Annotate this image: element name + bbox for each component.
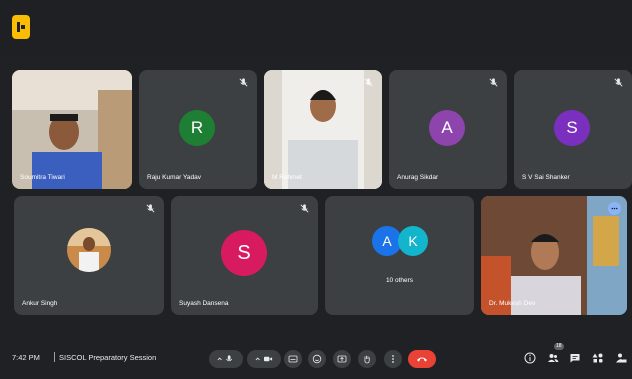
participant-tile-raju[interactable]: R Raju Kumar Yadav xyxy=(139,70,257,189)
more-vert-icon xyxy=(392,355,394,363)
avatar: S xyxy=(221,230,267,276)
emoji-button[interactable] xyxy=(308,350,326,368)
avatar-initial: A xyxy=(441,118,453,137)
participant-tile-rahmet[interactable]: M Rahmet xyxy=(264,70,382,189)
avatar: K xyxy=(398,226,428,256)
mic-off-icon xyxy=(146,204,155,213)
people-button[interactable] xyxy=(547,351,559,363)
more-options-button[interactable] xyxy=(384,350,402,368)
avatar-initial: K xyxy=(408,233,418,249)
present-button[interactable] xyxy=(333,350,351,368)
mic-off-icon xyxy=(489,78,498,87)
mic-off-icon xyxy=(300,204,309,213)
bottom-control-bar: 7:42 PM SISCOL Preparatory Session 18 xyxy=(0,338,632,379)
divider xyxy=(54,352,55,362)
participant-name: M Rahmet xyxy=(272,174,302,181)
info-icon xyxy=(524,352,536,364)
more-vert-icon[interactable] xyxy=(608,202,621,215)
participant-name: Ankur Singh xyxy=(22,300,58,307)
avatar-initial: R xyxy=(190,118,204,137)
chat-button[interactable] xyxy=(569,351,581,363)
participant-tile-mukesh[interactable]: Dr. Mukesh Dev xyxy=(481,196,627,315)
avatar: S xyxy=(554,110,590,146)
mic-icon xyxy=(217,355,233,362)
meeting-time: 7:42 PM xyxy=(12,353,40,362)
leave-call-button[interactable] xyxy=(408,350,436,368)
participant-video-feed xyxy=(12,70,132,189)
participant-tile-others[interactable]: A K 10 others xyxy=(325,196,474,315)
avatar-initial: S xyxy=(566,118,578,137)
captions-button[interactable] xyxy=(284,350,302,368)
lock-person-icon xyxy=(616,353,627,363)
more-dots-glyph xyxy=(611,207,618,210)
hand-icon xyxy=(364,355,370,364)
emoji-icon xyxy=(312,354,322,364)
meeting-title: SISCOL Preparatory Session xyxy=(59,353,157,362)
avatar: A xyxy=(429,110,465,146)
activities-button[interactable] xyxy=(592,351,604,363)
participant-tile-ankur[interactable]: Ankur Singh xyxy=(14,196,164,315)
participant-tile-soumitra[interactable]: Soumitra Tiwari xyxy=(12,70,132,189)
chat-icon xyxy=(570,354,580,363)
participant-name: Dr. Mukesh Dev xyxy=(489,300,536,307)
mic-off-icon xyxy=(614,78,623,87)
app-logo-glyph xyxy=(17,22,25,32)
mic-button[interactable] xyxy=(209,350,243,368)
meeting-details-button[interactable] xyxy=(524,351,536,364)
shapes-icon xyxy=(592,353,603,363)
participant-tile-anurag[interactable]: A Anurag Sikdar xyxy=(389,70,507,189)
camera-button[interactable] xyxy=(247,350,281,368)
participant-name: S V Sai Shanker xyxy=(522,174,570,181)
people-icon xyxy=(548,354,559,362)
top-bar xyxy=(0,0,632,55)
app-logo-icon[interactable] xyxy=(12,15,30,39)
mic-off-icon xyxy=(239,78,248,87)
participant-name: Raju Kumar Yadav xyxy=(147,174,201,181)
participant-name: Soumitra Tiwari xyxy=(20,174,65,181)
participant-name: Suyash Dansena xyxy=(179,300,229,307)
participant-tile-sai-shanker[interactable]: S S V Sai Shanker xyxy=(514,70,632,189)
avatar-initial: S xyxy=(237,241,251,264)
present-icon xyxy=(337,355,347,363)
participant-tile-suyash[interactable]: S Suyash Dansena xyxy=(171,196,318,315)
host-controls-button[interactable] xyxy=(615,351,627,363)
avatar-initial: A xyxy=(382,233,392,249)
end-call-icon xyxy=(417,357,427,362)
avatar xyxy=(67,228,111,272)
raise-hand-button[interactable] xyxy=(358,350,376,368)
camera-icon xyxy=(255,356,273,362)
avatar: R xyxy=(179,110,215,146)
mic-off-icon xyxy=(364,78,373,87)
participant-name: Anurag Sikdar xyxy=(397,174,439,181)
others-count-label: 10 others xyxy=(385,277,414,284)
captions-icon xyxy=(288,355,298,363)
participant-count-badge: 18 xyxy=(554,343,564,350)
participant-video-feed xyxy=(481,196,627,315)
